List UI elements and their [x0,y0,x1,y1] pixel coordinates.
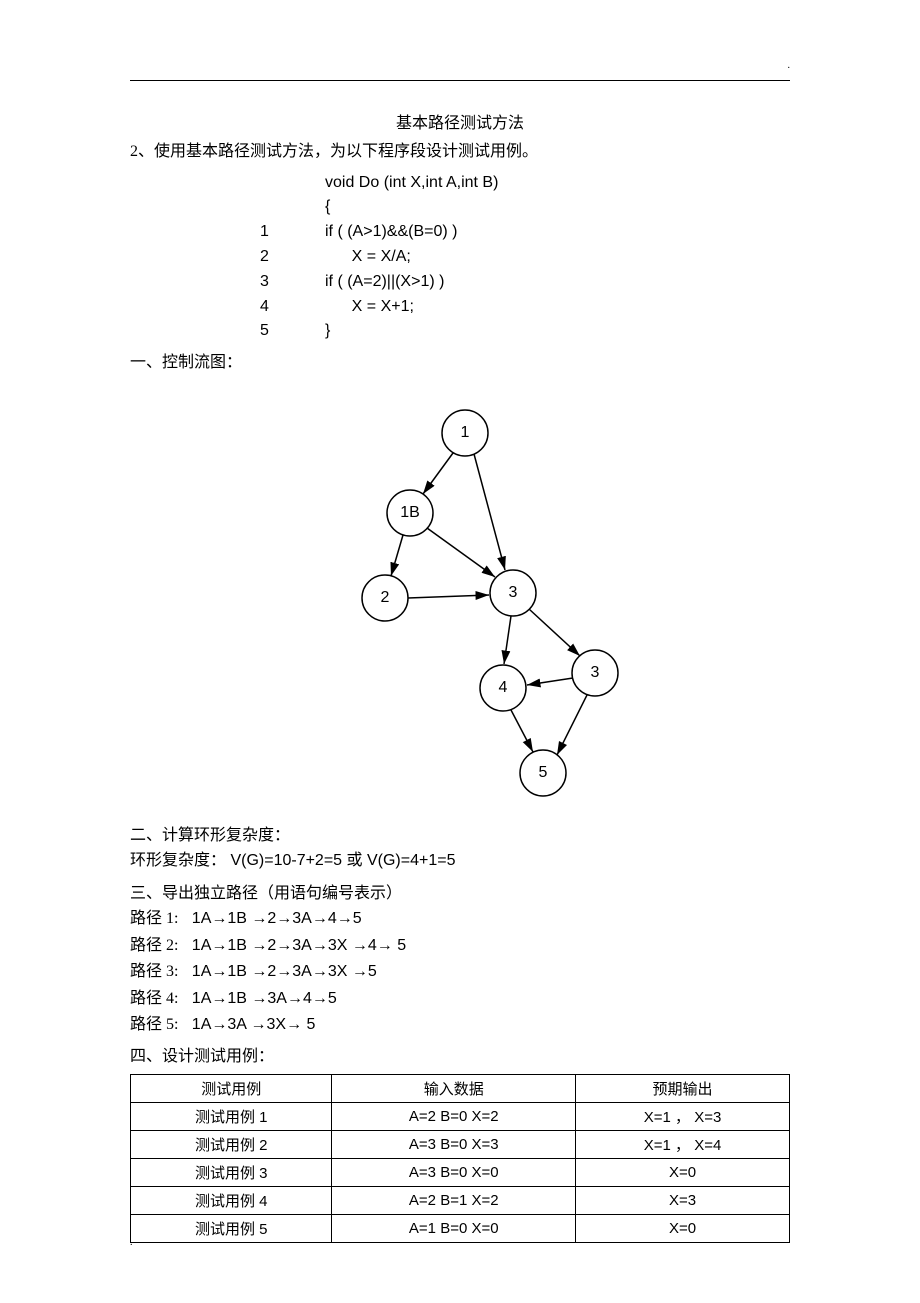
cell-input: A=3 B=0 X=0 [332,1158,576,1186]
table-row: 测试用例 5 A=1 B=0 X=0 X=0 [131,1214,790,1242]
graph-node-3a: 3 [509,584,518,601]
table-header: 预期输出 [576,1074,790,1102]
table-row: 测试用例 1 A=2 B=0 X=2 X=1 ， X=3 [131,1102,790,1130]
cell-output: X=0 [576,1158,790,1186]
cell-case: 测试用例 2 [131,1130,332,1158]
cell-case: 测试用例 4 [131,1186,332,1214]
code-lineno: 3 [260,270,325,295]
section-1-heading: 一、控制流图： [130,350,790,376]
section-4-heading: 四、设计测试用例： [130,1044,790,1070]
code-line: void Do (int X,int A,int B) [325,171,498,196]
graph-node-5: 5 [539,764,548,781]
cell-output: X=1 ， X=4 [576,1130,790,1158]
graph-node-2: 2 [381,589,390,606]
cell-input: A=1 B=0 X=0 [332,1214,576,1242]
path-value: 1A→1B →2→3A→4→5 [192,910,362,927]
control-flow-graph: 1 1B 2 3 3 4 5 [130,398,790,813]
code-block: void Do (int X,int A,int B) { 1if ( (A>1… [260,171,790,345]
path-label: 路径 3: [130,963,178,980]
code-lineno: 2 [260,245,325,270]
path-value: 1A→1B →3A→4→5 [192,990,337,1007]
table-row: 测试用例 2 A=3 B=0 X=3 X=1 ， X=4 [131,1130,790,1158]
path-label: 路径 4: [130,990,178,1007]
graph-node-3b: 3 [591,664,600,681]
graph-node-4: 4 [499,679,508,696]
code-lineno: 4 [260,295,325,320]
cell-input: A=2 B=1 X=2 [332,1186,576,1214]
cell-output: X=1 ， X=3 [576,1102,790,1130]
path-label: 路径 2: [130,937,178,954]
path-label: 路径 1: [130,910,178,927]
code-line: X = X/A; [352,245,411,270]
code-line: X = X+1; [352,295,414,320]
bottom-marker: . [130,1237,133,1248]
path-label: 路径 5: [130,1016,178,1033]
graph-node-1: 1 [461,424,470,441]
path-value: 1A→3A →3X→ 5 [192,1016,316,1033]
table-row: 测试用例 4 A=2 B=1 X=2 X=3 [131,1186,790,1214]
code-line: } [325,319,330,344]
cell-output: X=3 [576,1186,790,1214]
cell-output: X=0 [576,1214,790,1242]
cell-input: A=3 B=0 X=3 [332,1130,576,1158]
cell-case: 测试用例 1 [131,1102,332,1130]
code-line: { [325,195,330,220]
path-value: 1A→1B →2→3A→3X →5 [192,963,377,980]
code-lineno: 5 [260,319,325,344]
cell-case: 测试用例 5 [131,1214,332,1242]
graph-node-1b: 1B [400,504,420,521]
corner-marker: . [788,60,791,71]
table-header: 输入数据 [332,1074,576,1102]
code-line: if ( (A>1)&&(B=0) ) [325,220,457,245]
intro-text: 2、使用基本路径测试方法，为以下程序段设计测试用例。 [130,139,790,165]
top-rule [130,80,790,81]
test-case-table: 测试用例 输入数据 预期输出 测试用例 1 A=2 B=0 X=2 X=1 ， … [130,1074,790,1243]
complexity-text: 环形复杂度： V(G)=10-7+2=5 或 V(G)=4+1=5 [130,848,790,874]
cell-case: 测试用例 3 [131,1158,332,1186]
code-lineno: 1 [260,220,325,245]
table-header: 测试用例 [131,1074,332,1102]
table-row: 测试用例 3 A=3 B=0 X=0 X=0 [131,1158,790,1186]
document-title: 基本路径测试方法 [130,109,790,133]
cell-input: A=2 B=0 X=2 [332,1102,576,1130]
section-2-heading: 二、计算环形复杂度： [130,823,790,849]
path-value: 1A→1B →2→3A→3X →4→ 5 [192,937,406,954]
section-3-heading: 三、导出独立路径（用语句编号表示） [130,881,790,907]
code-line: if ( (A=2)||(X>1) ) [325,270,444,295]
